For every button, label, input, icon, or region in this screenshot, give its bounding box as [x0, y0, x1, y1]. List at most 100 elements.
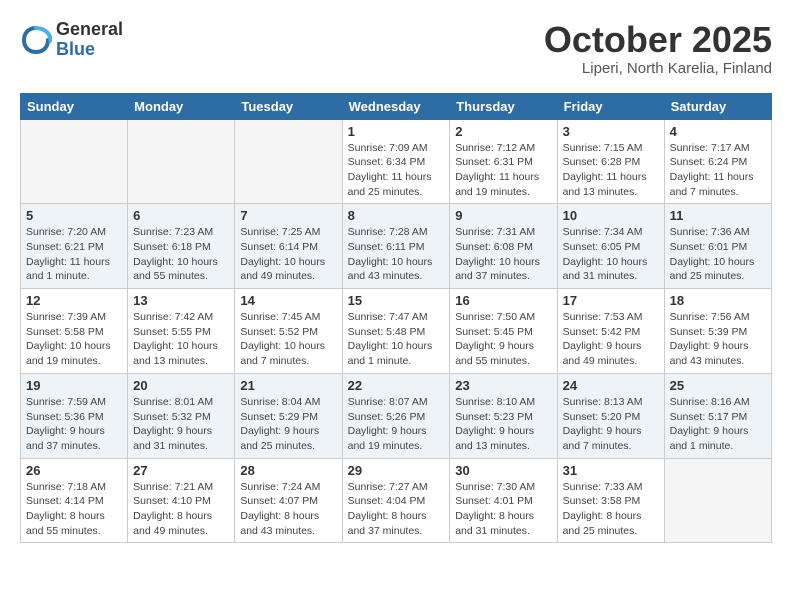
- day-number: 29: [348, 463, 445, 478]
- day-info: Sunrise: 7:27 AM Sunset: 4:04 PM Dayligh…: [348, 480, 445, 539]
- day-number: 6: [133, 208, 229, 223]
- logo-text: General Blue: [56, 20, 123, 60]
- calendar-day-cell: 7Sunrise: 7:25 AM Sunset: 6:14 PM Daylig…: [235, 204, 342, 289]
- day-info: Sunrise: 8:07 AM Sunset: 5:26 PM Dayligh…: [348, 395, 445, 454]
- day-info: Sunrise: 8:13 AM Sunset: 5:20 PM Dayligh…: [563, 395, 659, 454]
- day-number: 4: [670, 124, 766, 139]
- calendar-day-cell: 6 Sunrise: 7:23 AM Sunset: 6:18 PM Daylig…: [128, 204, 235, 289]
- day-number: 11: [670, 208, 766, 223]
- calendar-day-cell: 19 Sunrise: 7:59 AM Sunset: 5:36 PM Dayli…: [21, 373, 128, 458]
- day-info: Sunrise: 7:23 AM Sunset: 6:18 PM Dayligh…: [133, 225, 229, 284]
- calendar-day-cell: 28Sunrise: 7:24 AM Sunset: 4:07 PM Dayli…: [235, 458, 342, 543]
- day-number: 12: [26, 293, 122, 308]
- day-number: 1: [348, 124, 445, 139]
- calendar-day-cell: 31 Sunrise: 7:33 AM Sunset: 3:58 PM Dayli…: [557, 458, 664, 543]
- day-number: 2: [455, 124, 551, 139]
- logo-blue-text: Blue: [56, 40, 123, 60]
- calendar-day-cell: 11Sunrise: 7:36 AM Sunset: 6:01 PM Dayli…: [664, 204, 771, 289]
- day-info: Sunrise: 7:42 AM Sunset: 5:55 PM Dayligh…: [133, 310, 229, 369]
- calendar-header-row: SundayMondayTuesdayWednesdayThursdayFrid…: [21, 93, 772, 119]
- calendar-week-row: 12 Sunrise: 7:39 AM Sunset: 5:58 PM Dayli…: [21, 289, 772, 374]
- day-info: Sunrise: 7:30 AM Sunset: 4:01 PM Dayligh…: [455, 480, 551, 539]
- day-info: Sunrise: 7:28 AM Sunset: 6:11 PM Dayligh…: [348, 225, 445, 284]
- day-number: 5: [26, 208, 122, 223]
- calendar-week-row: 5 Sunrise: 7:20 AM Sunset: 6:21 PM Daylig…: [21, 204, 772, 289]
- calendar-day-cell: 18Sunrise: 7:56 AM Sunset: 5:39 PM Dayli…: [664, 289, 771, 374]
- calendar-day-cell: 21Sunrise: 8:04 AM Sunset: 5:29 PM Dayli…: [235, 373, 342, 458]
- day-number: 14: [240, 293, 336, 308]
- calendar-day-cell: 25Sunrise: 8:16 AM Sunset: 5:17 PM Dayli…: [664, 373, 771, 458]
- day-info: Sunrise: 8:01 AM Sunset: 5:32 PM Dayligh…: [133, 395, 229, 454]
- day-info: Sunrise: 7:53 AM Sunset: 5:42 PM Dayligh…: [563, 310, 659, 369]
- day-number: 21: [240, 378, 336, 393]
- day-info: Sunrise: 8:10 AM Sunset: 5:23 PM Dayligh…: [455, 395, 551, 454]
- day-number: 10: [563, 208, 659, 223]
- calendar-day-cell: 26 Sunrise: 7:18 AM Sunset: 4:14 PM Dayli…: [21, 458, 128, 543]
- location-subtitle: Liperi, North Karelia, Finland: [544, 60, 772, 77]
- day-info: Sunrise: 7:50 AM Sunset: 5:45 PM Dayligh…: [455, 310, 551, 369]
- page-header: General Blue October 2025 Liperi, North …: [20, 20, 772, 77]
- day-number: 20: [133, 378, 229, 393]
- day-header-friday: Friday: [557, 93, 664, 119]
- calendar-day-cell: 16 Sunrise: 7:50 AM Sunset: 5:45 PM Dayli…: [450, 289, 557, 374]
- calendar-day-cell: 10 Sunrise: 7:34 AM Sunset: 6:05 PM Dayli…: [557, 204, 664, 289]
- day-header-tuesday: Tuesday: [235, 93, 342, 119]
- title-block: October 2025 Liperi, North Karelia, Finl…: [544, 20, 772, 77]
- calendar-day-cell: 15Sunrise: 7:47 AM Sunset: 5:48 PM Dayli…: [342, 289, 450, 374]
- calendar-week-row: 26 Sunrise: 7:18 AM Sunset: 4:14 PM Dayli…: [21, 458, 772, 543]
- calendar-day-cell: 2 Sunrise: 7:12 AM Sunset: 6:31 PM Daylig…: [450, 119, 557, 204]
- calendar-day-cell: [235, 119, 342, 204]
- calendar-day-cell: 3Sunrise: 7:15 AM Sunset: 6:28 PM Daylig…: [557, 119, 664, 204]
- calendar-day-cell: [664, 458, 771, 543]
- logo-icon: [20, 24, 52, 56]
- day-info: Sunrise: 7:12 AM Sunset: 6:31 PM Dayligh…: [455, 141, 551, 200]
- day-header-sunday: Sunday: [21, 93, 128, 119]
- day-info: Sunrise: 7:56 AM Sunset: 5:39 PM Dayligh…: [670, 310, 766, 369]
- day-info: Sunrise: 8:16 AM Sunset: 5:17 PM Dayligh…: [670, 395, 766, 454]
- day-info: Sunrise: 7:09 AM Sunset: 6:34 PM Dayligh…: [348, 141, 445, 200]
- day-number: 23: [455, 378, 551, 393]
- day-info: Sunrise: 7:18 AM Sunset: 4:14 PM Dayligh…: [26, 480, 122, 539]
- calendar-day-cell: 13 Sunrise: 7:42 AM Sunset: 5:55 PM Dayli…: [128, 289, 235, 374]
- calendar-day-cell: 12 Sunrise: 7:39 AM Sunset: 5:58 PM Dayli…: [21, 289, 128, 374]
- calendar-day-cell: 27 Sunrise: 7:21 AM Sunset: 4:10 PM Dayli…: [128, 458, 235, 543]
- day-number: 16: [455, 293, 551, 308]
- day-number: 22: [348, 378, 445, 393]
- day-header-saturday: Saturday: [664, 93, 771, 119]
- calendar-day-cell: 22 Sunrise: 8:07 AM Sunset: 5:26 PM Dayli…: [342, 373, 450, 458]
- month-title: October 2025: [544, 20, 772, 60]
- calendar-week-row: 1 Sunrise: 7:09 AM Sunset: 6:34 PM Daylig…: [21, 119, 772, 204]
- day-number: 13: [133, 293, 229, 308]
- day-info: Sunrise: 7:59 AM Sunset: 5:36 PM Dayligh…: [26, 395, 122, 454]
- day-number: 17: [563, 293, 659, 308]
- day-info: Sunrise: 7:39 AM Sunset: 5:58 PM Dayligh…: [26, 310, 122, 369]
- calendar-day-cell: 8 Sunrise: 7:28 AM Sunset: 6:11 PM Daylig…: [342, 204, 450, 289]
- day-number: 8: [348, 208, 445, 223]
- day-info: Sunrise: 7:24 AM Sunset: 4:07 PM Dayligh…: [240, 480, 336, 539]
- day-number: 27: [133, 463, 229, 478]
- day-info: Sunrise: 7:33 AM Sunset: 3:58 PM Dayligh…: [563, 480, 659, 539]
- calendar-day-cell: 17 Sunrise: 7:53 AM Sunset: 5:42 PM Dayli…: [557, 289, 664, 374]
- day-info: Sunrise: 7:34 AM Sunset: 6:05 PM Dayligh…: [563, 225, 659, 284]
- calendar-day-cell: 9Sunrise: 7:31 AM Sunset: 6:08 PM Daylig…: [450, 204, 557, 289]
- day-number: 31: [563, 463, 659, 478]
- calendar-day-cell: 5 Sunrise: 7:20 AM Sunset: 6:21 PM Daylig…: [21, 204, 128, 289]
- day-info: Sunrise: 7:20 AM Sunset: 6:21 PM Dayligh…: [26, 225, 122, 284]
- day-info: Sunrise: 7:21 AM Sunset: 4:10 PM Dayligh…: [133, 480, 229, 539]
- calendar-day-cell: 20 Sunrise: 8:01 AM Sunset: 5:32 PM Dayli…: [128, 373, 235, 458]
- day-header-wednesday: Wednesday: [342, 93, 450, 119]
- calendar-day-cell: 24Sunrise: 8:13 AM Sunset: 5:20 PM Dayli…: [557, 373, 664, 458]
- day-info: Sunrise: 7:47 AM Sunset: 5:48 PM Dayligh…: [348, 310, 445, 369]
- calendar-table: SundayMondayTuesdayWednesdayThursdayFrid…: [20, 93, 772, 544]
- logo-general-text: General: [56, 20, 123, 40]
- day-header-thursday: Thursday: [450, 93, 557, 119]
- calendar-day-cell: 14Sunrise: 7:45 AM Sunset: 5:52 PM Dayli…: [235, 289, 342, 374]
- calendar-day-cell: [21, 119, 128, 204]
- day-number: 26: [26, 463, 122, 478]
- day-number: 30: [455, 463, 551, 478]
- day-number: 19: [26, 378, 122, 393]
- calendar-day-cell: 4Sunrise: 7:17 AM Sunset: 6:24 PM Daylig…: [664, 119, 771, 204]
- calendar-day-cell: [128, 119, 235, 204]
- calendar-day-cell: 30 Sunrise: 7:30 AM Sunset: 4:01 PM Dayli…: [450, 458, 557, 543]
- day-number: 7: [240, 208, 336, 223]
